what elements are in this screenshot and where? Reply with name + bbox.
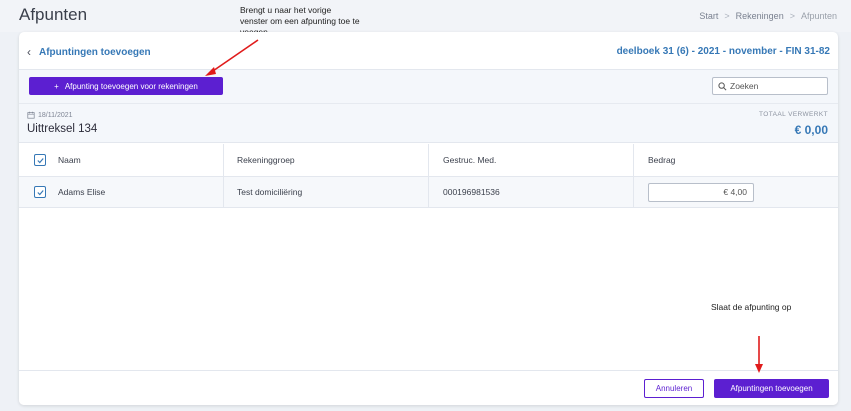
row-naam: Adams Elise	[58, 187, 106, 197]
main-card: ‹ Afpuntingen toevoegen deelboek 31 (6) …	[19, 32, 838, 405]
statement-date-text: 18/11/2021	[38, 111, 73, 119]
add-afpuntingen-button[interactable]: Afpuntingen toevoegen	[714, 379, 829, 398]
checkmark-icon	[36, 157, 44, 163]
header-rekeninggroep: Rekeninggroep	[224, 144, 429, 176]
row-naam-cell: Adams Elise	[19, 177, 224, 207]
card-footer: Annuleren Afpuntingen toevoegen	[19, 370, 838, 405]
header-naam-cell: Naam	[19, 144, 224, 176]
page-header: Afpunten Start > Rekeningen > Afpunten	[0, 0, 851, 32]
cancel-button[interactable]: Annuleren	[644, 379, 704, 398]
add-afpunting-label: Afpunting toevoegen voor rekeningen	[64, 81, 198, 91]
breadcrumb-separator-icon: >	[789, 11, 795, 21]
search-input[interactable]	[730, 81, 820, 91]
plus-icon: +	[54, 81, 59, 91]
add-afpunting-button[interactable]: + Afpunting toevoegen voor rekeningen	[29, 77, 223, 95]
table-header-row: Naam Rekeninggroep Gestruc. Med. Bedrag	[19, 144, 838, 177]
row-rekeninggroep: Test domiciliëring	[224, 177, 429, 207]
total-value: € 0,00	[794, 123, 828, 137]
deelboek-info: deelboek 31 (6) - 2021 - november - FIN …	[616, 46, 830, 57]
back-link[interactable]: ‹ Afpuntingen toevoegen	[27, 45, 151, 59]
breadcrumb-start[interactable]: Start	[699, 11, 718, 21]
checkmark-icon	[36, 189, 44, 195]
breadcrumb-separator-icon: >	[724, 11, 730, 21]
row-bedrag-cell	[634, 177, 838, 207]
header-naam: Naam	[58, 155, 81, 165]
card-header: ‹ Afpuntingen toevoegen deelboek 31 (6) …	[19, 32, 838, 70]
total-label: TOTAAL VERWERKT	[759, 111, 828, 118]
statement-summary: 18/11/2021 Uittreksel 134 TOTAAL VERWERK…	[19, 103, 838, 143]
amount-input[interactable]	[648, 182, 754, 202]
breadcrumb-afpunten: Afpunten	[800, 11, 837, 21]
breadcrumb: Start > Rekeningen > Afpunten	[699, 11, 837, 21]
chevron-left-icon: ‹	[27, 45, 31, 59]
accounts-table: Naam Rekeninggroep Gestruc. Med. Bedrag …	[19, 144, 838, 208]
row-gestruc-med: 000196981536	[429, 177, 634, 207]
calendar-icon	[27, 111, 35, 119]
search-box	[712, 77, 828, 95]
annotation-save-explanation: Slaat de afpunting op	[711, 302, 792, 312]
search-icon	[718, 81, 727, 90]
statement-date: 18/11/2021	[27, 111, 73, 119]
statement-title: Uittreksel 134	[27, 123, 98, 135]
header-bedrag: Bedrag	[648, 155, 676, 165]
select-all-checkbox[interactable]	[34, 154, 46, 166]
back-link-label: Afpuntingen toevoegen	[39, 46, 151, 58]
toolbar: + Afpunting toevoegen voor rekeningen	[19, 70, 838, 103]
table-row: Adams Elise Test domiciliëring 000196981…	[19, 177, 838, 208]
row-checkbox[interactable]	[34, 186, 46, 198]
page-title: Afpunten	[19, 5, 88, 24]
breadcrumb-rekeningen[interactable]: Rekeningen	[736, 11, 784, 21]
header-gestruc-med: Gestruc. Med.	[429, 144, 634, 176]
